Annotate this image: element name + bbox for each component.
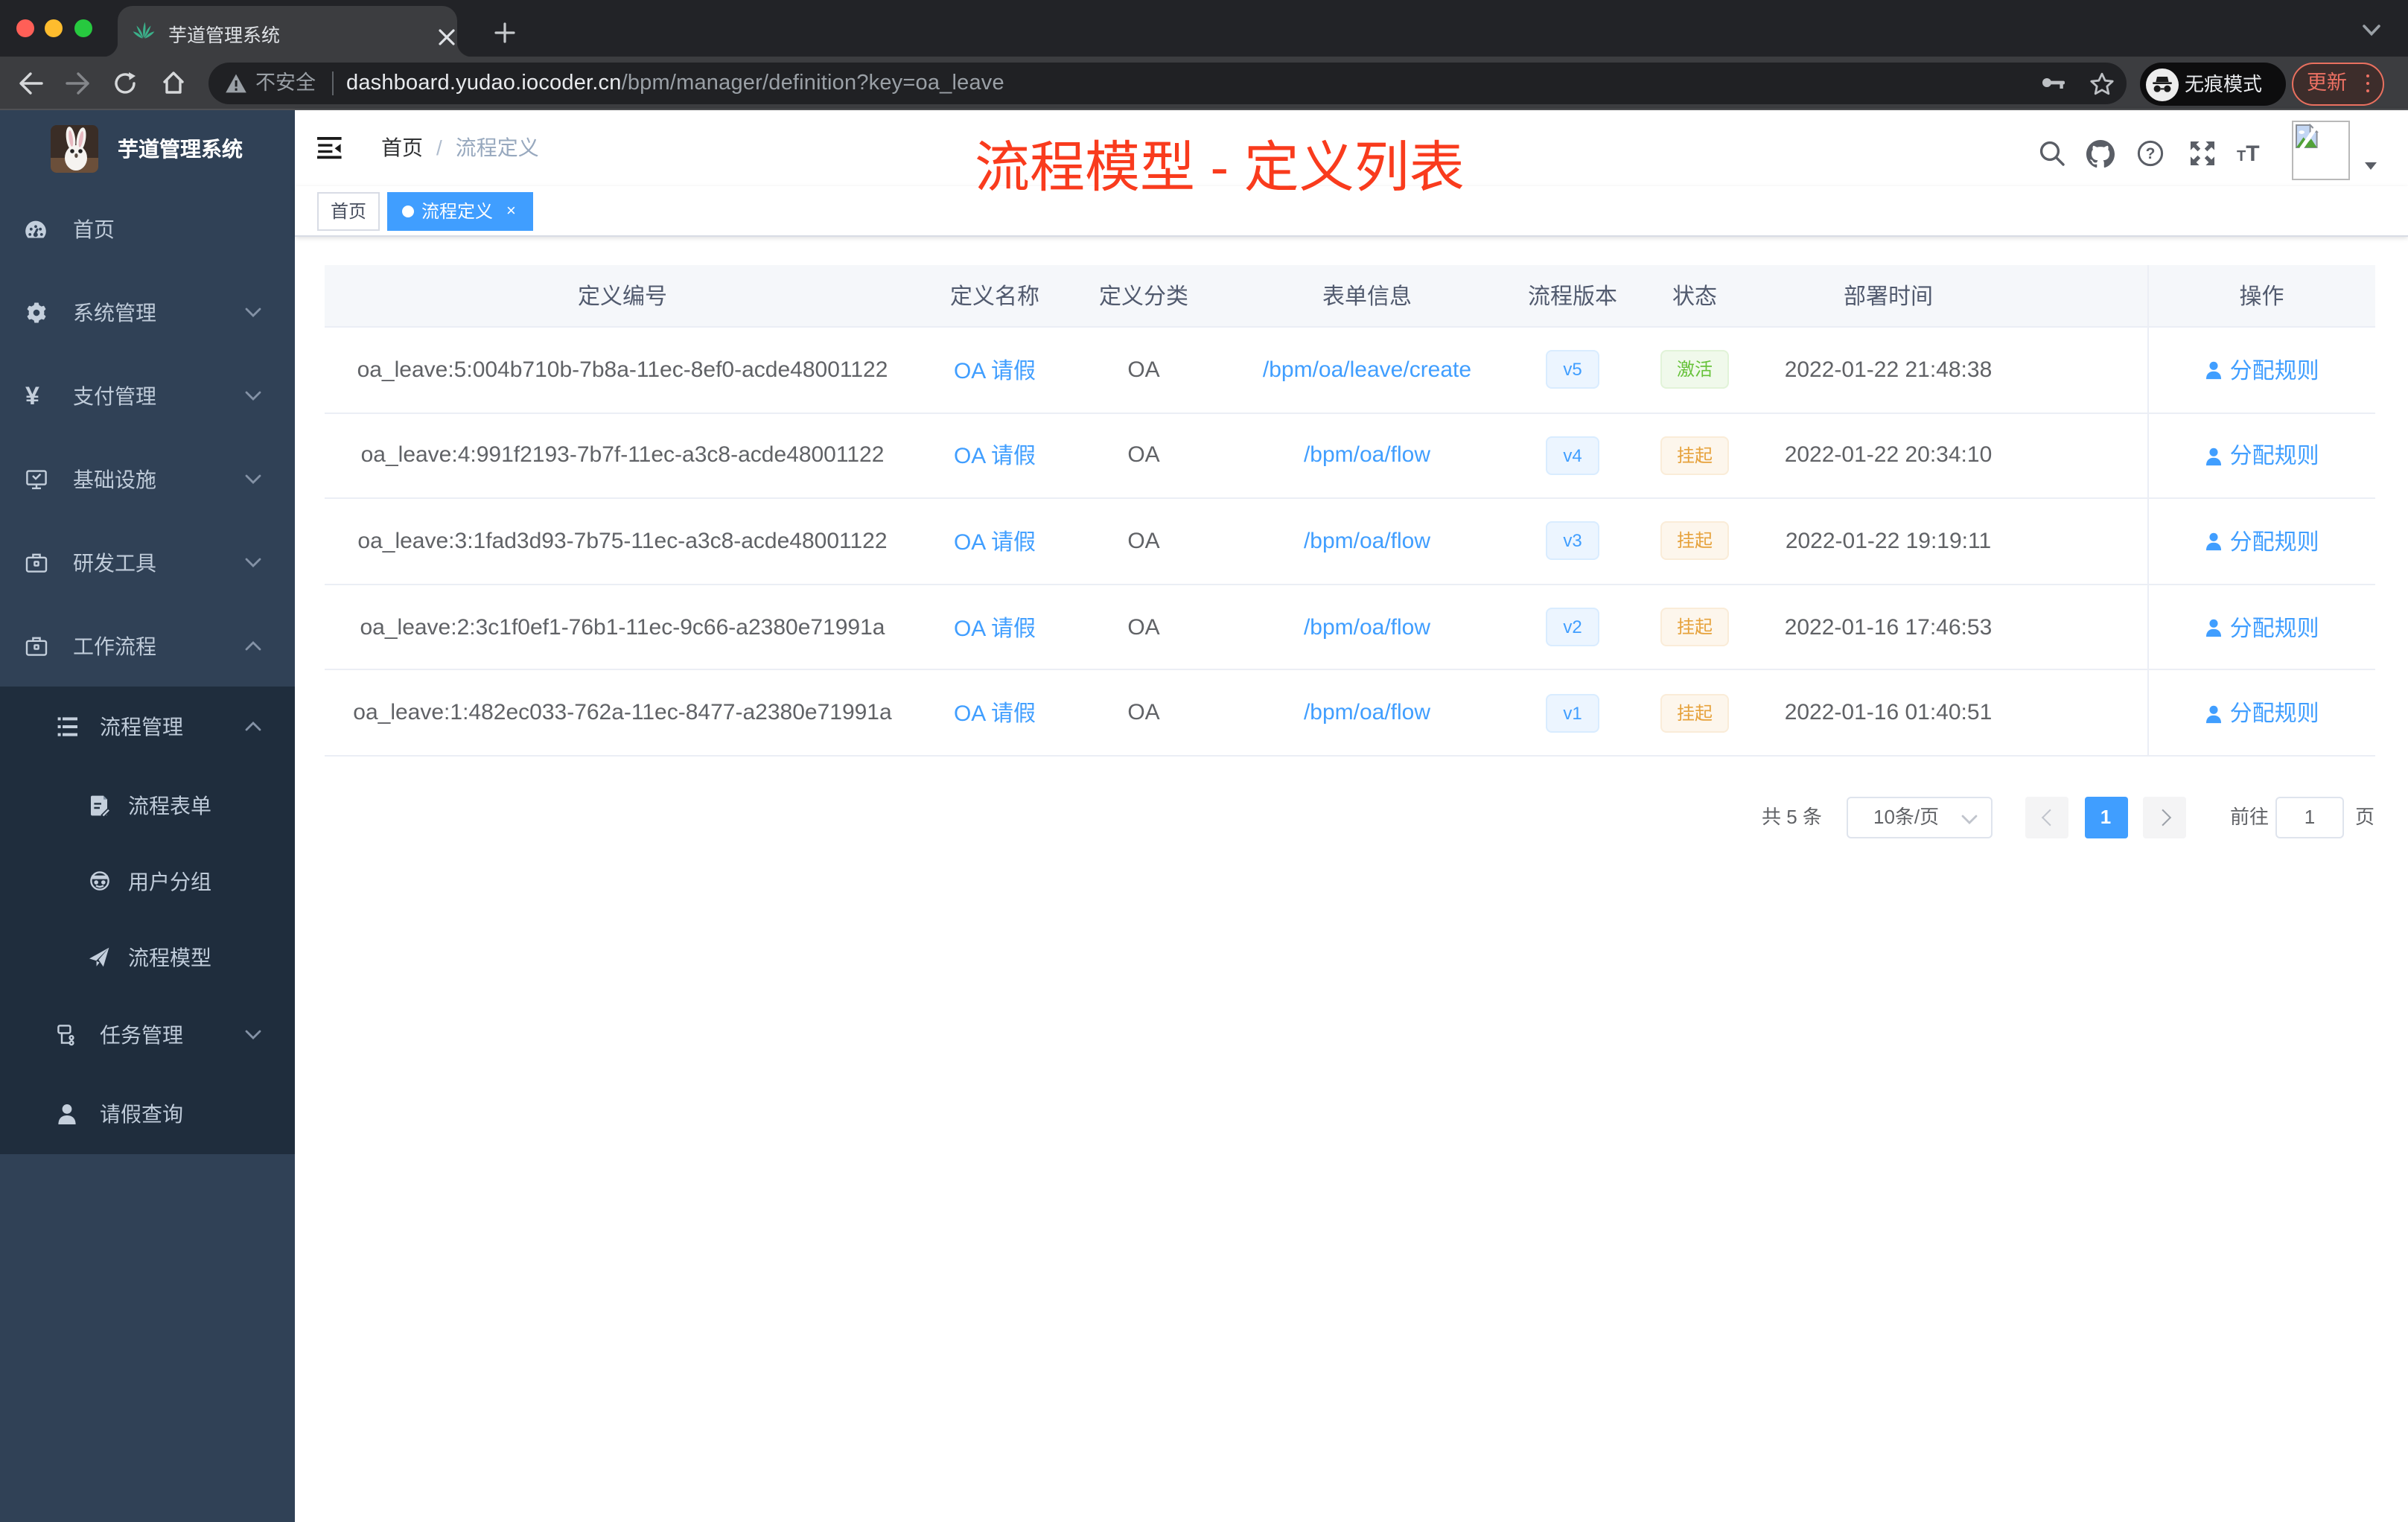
svg-text:?: ? xyxy=(2146,145,2156,162)
